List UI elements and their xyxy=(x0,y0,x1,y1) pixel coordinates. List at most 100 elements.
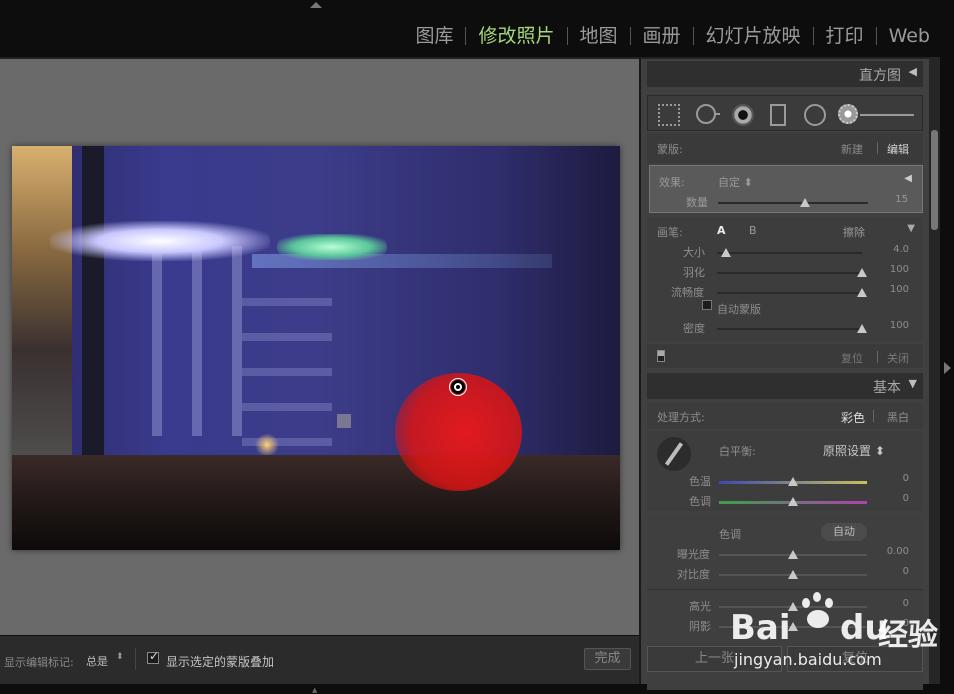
slider-thumb[interactable] xyxy=(857,268,867,277)
automask-label: 自动蒙版 xyxy=(717,303,761,316)
radial-filter-tool-icon[interactable] xyxy=(804,104,826,126)
density-value[interactable]: 100 xyxy=(890,320,909,331)
brush-b-button[interactable]: B xyxy=(749,224,757,237)
brush-erase-button[interactable]: 擦除 xyxy=(843,224,865,240)
effect-collapse-icon[interactable]: ◀ xyxy=(904,173,912,184)
temp-slider[interactable] xyxy=(719,477,867,486)
feather-slider[interactable] xyxy=(717,268,867,277)
temp-value[interactable]: 0 xyxy=(903,473,909,484)
slider-thumb[interactable] xyxy=(788,550,798,559)
mask-edit-button[interactable]: 编辑 xyxy=(887,141,909,157)
toggle-switch-icon[interactable] xyxy=(657,350,665,362)
density-slider[interactable] xyxy=(717,324,867,333)
slider-thumb[interactable] xyxy=(857,288,867,297)
slider-thumb[interactable] xyxy=(800,198,810,207)
module-library[interactable]: 图库 xyxy=(403,24,465,48)
shadows-label: 阴影 xyxy=(689,620,711,633)
white-balance-section: 白平衡: 原照设置 ⬍ 色温 0 色调 0 xyxy=(647,431,923,511)
slider-thumb[interactable] xyxy=(788,622,798,631)
mask-new-button[interactable]: 新建 xyxy=(841,141,863,157)
flow-label: 流畅度 xyxy=(671,286,704,299)
reset-button[interactable]: 复位 xyxy=(787,646,923,672)
slider-thumb[interactable] xyxy=(788,602,798,611)
toolbar: 显示编辑标记: 总是 ⬍ 显示选定的蒙版叠加 完成 xyxy=(0,635,639,684)
slider-thumb[interactable] xyxy=(720,248,731,257)
previous-button[interactable]: 上一张 xyxy=(647,646,782,672)
feather-value[interactable]: 100 xyxy=(890,264,909,275)
tool-slider[interactable] xyxy=(860,114,914,116)
grip-handle-icon[interactable]: ▲ xyxy=(312,686,318,694)
crop-tool-icon[interactable] xyxy=(658,104,680,126)
photo-light-trail xyxy=(277,234,387,260)
show-edit-pins-label: 显示编辑标记: xyxy=(4,656,74,669)
photo-door-frame xyxy=(82,146,104,476)
red-eye-tool-icon[interactable] xyxy=(732,104,754,126)
wb-label: 白平衡: xyxy=(719,445,756,458)
histogram-header[interactable]: 直方图 ◀ xyxy=(647,61,923,87)
mask-reset-button[interactable]: 复位 xyxy=(841,350,863,366)
contrast-value[interactable]: 0 xyxy=(903,566,909,577)
adjustment-brush-tool-icon[interactable] xyxy=(838,104,858,124)
amount-value[interactable]: 15 xyxy=(895,194,908,205)
module-map[interactable]: 地图 xyxy=(568,24,630,48)
treatment-bw-button[interactable]: 黑白 xyxy=(887,409,909,425)
collapse-arrow-icon[interactable]: ▼ xyxy=(909,377,917,390)
photo-light-trail xyxy=(50,221,270,261)
exposure-value[interactable]: 0.00 xyxy=(887,546,909,557)
amount-slider[interactable] xyxy=(718,198,868,207)
module-slideshow[interactable]: 幻灯片放映 xyxy=(694,24,813,48)
photo[interactable] xyxy=(12,146,620,550)
slider-thumb[interactable] xyxy=(857,324,867,333)
separator xyxy=(877,142,878,154)
module-develop[interactable]: 修改照片 xyxy=(466,24,566,48)
flow-value[interactable]: 100 xyxy=(890,284,909,295)
spot-removal-tool-icon[interactable] xyxy=(696,104,720,124)
size-slider[interactable] xyxy=(717,248,862,257)
module-book[interactable]: 画册 xyxy=(631,24,693,48)
module-bar: 图库 修改照片 地图 画册 幻灯片放映 打印 Web xyxy=(0,0,954,57)
right-panel: 直方图 ◀ 蒙版: 新建 编辑 效果: 自定 ⬍ ◀ 数量 15 画笔: A B… xyxy=(639,57,929,690)
slider-thumb[interactable] xyxy=(788,497,798,506)
automask-checkbox[interactable] xyxy=(702,300,712,310)
shadows-slider[interactable] xyxy=(719,622,867,631)
module-web[interactable]: Web xyxy=(877,24,942,48)
treatment-color-button[interactable]: 彩色 xyxy=(841,409,865,426)
shadows-value[interactable]: 0 xyxy=(903,618,909,629)
collapse-right-panel-icon[interactable] xyxy=(944,362,951,374)
contrast-slider[interactable] xyxy=(719,570,867,579)
highlights-value[interactable]: 0 xyxy=(903,598,909,609)
adjustment-brush-pin-icon[interactable] xyxy=(451,380,465,394)
flow-slider[interactable] xyxy=(717,288,867,297)
eyedropper-icon[interactable] xyxy=(657,437,691,471)
wb-select[interactable]: 原照设置 ⬍ xyxy=(823,442,885,459)
module-print[interactable]: 打印 xyxy=(814,24,876,48)
tone-auto-button[interactable]: 自动 xyxy=(821,523,867,541)
mask-close-button[interactable]: 关闭 xyxy=(887,350,909,366)
basic-title: 基本 xyxy=(873,380,901,396)
tint-value[interactable]: 0 xyxy=(903,493,909,504)
scrollbar-thumb[interactable] xyxy=(931,130,938,230)
exposure-slider[interactable] xyxy=(719,550,867,559)
exposure-label: 曝光度 xyxy=(677,548,710,561)
tint-slider[interactable] xyxy=(719,497,867,506)
select-arrows-icon: ⬍ xyxy=(116,652,124,662)
treatment-label: 处理方式: xyxy=(657,411,705,424)
size-value[interactable]: 4.0 xyxy=(893,244,909,255)
slider-thumb[interactable] xyxy=(788,477,798,486)
effect-select[interactable]: 自定 ⬍ xyxy=(718,174,753,190)
brush-collapse-icon[interactable]: ▼ xyxy=(907,223,915,234)
expand-arrow-icon[interactable]: ◀ xyxy=(909,65,917,78)
image-canvas[interactable] xyxy=(0,57,639,635)
mask-footer: 复位 关闭 xyxy=(647,344,923,368)
basic-header[interactable]: 基本 ▼ xyxy=(647,373,923,399)
highlights-slider[interactable] xyxy=(719,602,867,611)
show-edit-pins-select[interactable]: 总是 xyxy=(86,653,108,669)
slider-thumb[interactable] xyxy=(788,570,798,579)
show-mask-overlay-checkbox[interactable] xyxy=(147,649,159,664)
graduated-filter-tool-icon[interactable] xyxy=(770,104,786,126)
separator xyxy=(877,351,878,363)
done-button[interactable]: 完成 xyxy=(584,648,631,670)
brush-a-button[interactable]: A xyxy=(717,224,726,237)
toolbar-separator xyxy=(135,648,136,670)
collapse-top-panel-icon[interactable] xyxy=(310,2,322,8)
